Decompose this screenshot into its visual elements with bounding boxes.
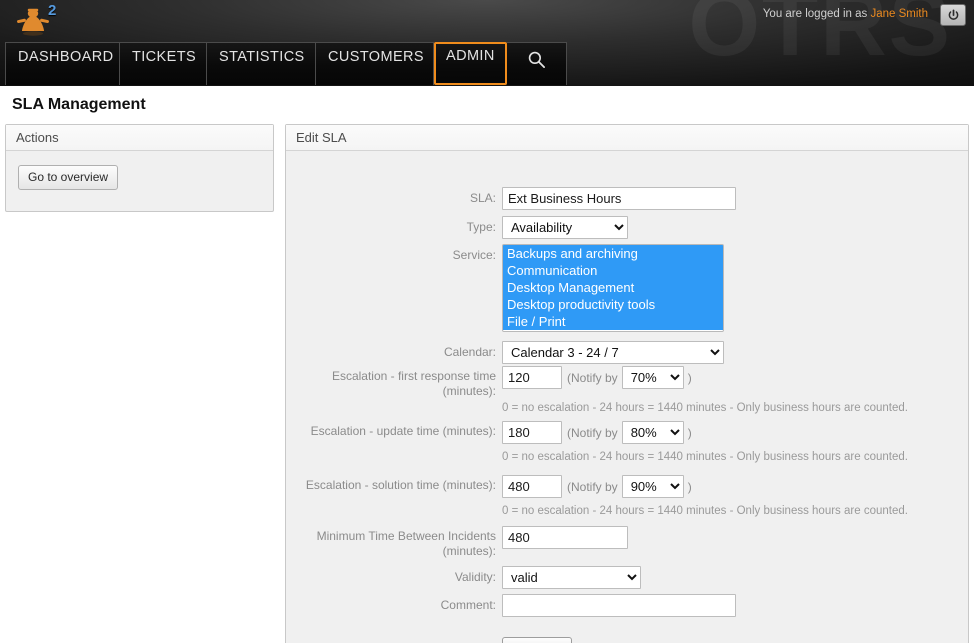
nav-label-tickets: TICKETS: [132, 49, 196, 65]
sla-input[interactable]: [502, 187, 736, 210]
label-comment: Comment:: [266, 598, 496, 613]
service-option: Desktop Management: [503, 279, 723, 296]
logged-in-prefix: You are logged in as: [763, 8, 867, 20]
nav-item-admin[interactable]: ADMIN: [434, 42, 507, 85]
comment-input[interactable]: [502, 594, 736, 617]
label-min-time-incidents: Minimum Time Between Incidents (minutes)…: [296, 529, 496, 559]
label-sla: SLA:: [266, 191, 496, 206]
label-type: Type:: [266, 220, 496, 235]
actions-panel-body: Go to overview: [6, 151, 273, 190]
nav-item-statistics[interactable]: STATISTICS: [207, 42, 316, 85]
edit-sla-panel: Edit SLA SLA: Type: Availability: [285, 124, 969, 643]
solution-time-notify-select[interactable]: 90%: [622, 475, 684, 498]
notification-badge: 2: [48, 2, 56, 19]
main-navigation: DASHBOARD TICKETS STATISTICS CUSTOMERS A…: [5, 42, 567, 85]
nav-item-dashboard[interactable]: DASHBOARD: [6, 42, 120, 85]
otrs-admin-page: OTRS 2 You are logged in as Jane Smith: [0, 0, 974, 643]
app-header: OTRS 2 You are logged in as Jane Smith: [0, 0, 974, 86]
label-solution-time: Escalation - solution time (minutes):: [266, 478, 496, 493]
service-option: Communication: [503, 262, 723, 279]
first-response-notify-select[interactable]: 70%: [622, 366, 684, 389]
min-time-incidents-input[interactable]: [502, 526, 628, 549]
first-response-notify-suffix: ): [688, 371, 692, 385]
nav-label-statistics: STATISTICS: [219, 49, 305, 65]
nav-label-customers: CUSTOMERS: [328, 49, 424, 65]
submit-button[interactable]: Submit: [502, 637, 572, 643]
nav-label-admin: ADMIN: [446, 48, 495, 64]
power-icon: [947, 9, 960, 22]
otrs-logo[interactable]: 2: [10, 2, 70, 44]
label-service: Service:: [266, 248, 496, 263]
logged-in-status: You are logged in as Jane Smith: [763, 8, 928, 20]
nav-label-dashboard: DASHBOARD: [18, 49, 113, 65]
solution-time-notify-prefix: (Notify by: [567, 480, 618, 494]
solution-time-notify-suffix: ): [688, 480, 692, 494]
solution-time-hint: 0 = no escalation - 24 hours = 1440 minu…: [502, 505, 908, 517]
service-option: Backups and archiving: [503, 245, 723, 262]
first-response-input[interactable]: [502, 366, 562, 389]
update-time-notify-prefix: (Notify by: [567, 426, 618, 440]
calendar-select[interactable]: Calendar 3 - 24 / 7: [502, 341, 724, 364]
search-icon: [527, 50, 546, 69]
first-response-hint: 0 = no escalation - 24 hours = 1440 minu…: [502, 402, 908, 414]
update-time-notify-select[interactable]: 80%: [622, 421, 684, 444]
label-calendar: Calendar:: [266, 345, 496, 360]
nav-item-customers[interactable]: CUSTOMERS: [316, 42, 434, 85]
update-time-input[interactable]: [502, 421, 562, 444]
edit-sla-form: SLA: Type: Availability Service:: [286, 151, 968, 643]
first-response-notify-prefix: (Notify by: [567, 371, 618, 385]
service-option: File / Print: [503, 313, 723, 330]
label-first-response: Escalation - first response time (minute…: [296, 369, 496, 399]
label-update-time: Escalation - update time (minutes):: [266, 424, 496, 439]
update-time-notify-suffix: ): [688, 426, 692, 440]
actions-panel-header: Actions: [6, 125, 273, 151]
nav-item-search[interactable]: [507, 42, 567, 85]
nav-item-tickets[interactable]: TICKETS: [120, 42, 207, 85]
update-time-hint: 0 = no escalation - 24 hours = 1440 minu…: [502, 451, 908, 463]
validity-select[interactable]: valid: [502, 566, 641, 589]
go-to-overview-button[interactable]: Go to overview: [18, 165, 118, 190]
page-title: SLA Management: [12, 96, 146, 114]
edit-sla-panel-header: Edit SLA: [286, 125, 968, 151]
service-multiselect[interactable]: Backups and archiving Communication Desk…: [502, 244, 724, 332]
user-name[interactable]: Jane Smith: [870, 8, 928, 20]
label-validity: Validity:: [266, 570, 496, 585]
actions-panel: Actions Go to overview: [5, 124, 274, 212]
otrs-mascot-icon: [16, 6, 50, 40]
service-option: Desktop productivity tools: [503, 296, 723, 313]
type-select[interactable]: Availability: [502, 216, 628, 239]
solution-time-input[interactable]: [502, 475, 562, 498]
logout-button[interactable]: [940, 4, 966, 26]
